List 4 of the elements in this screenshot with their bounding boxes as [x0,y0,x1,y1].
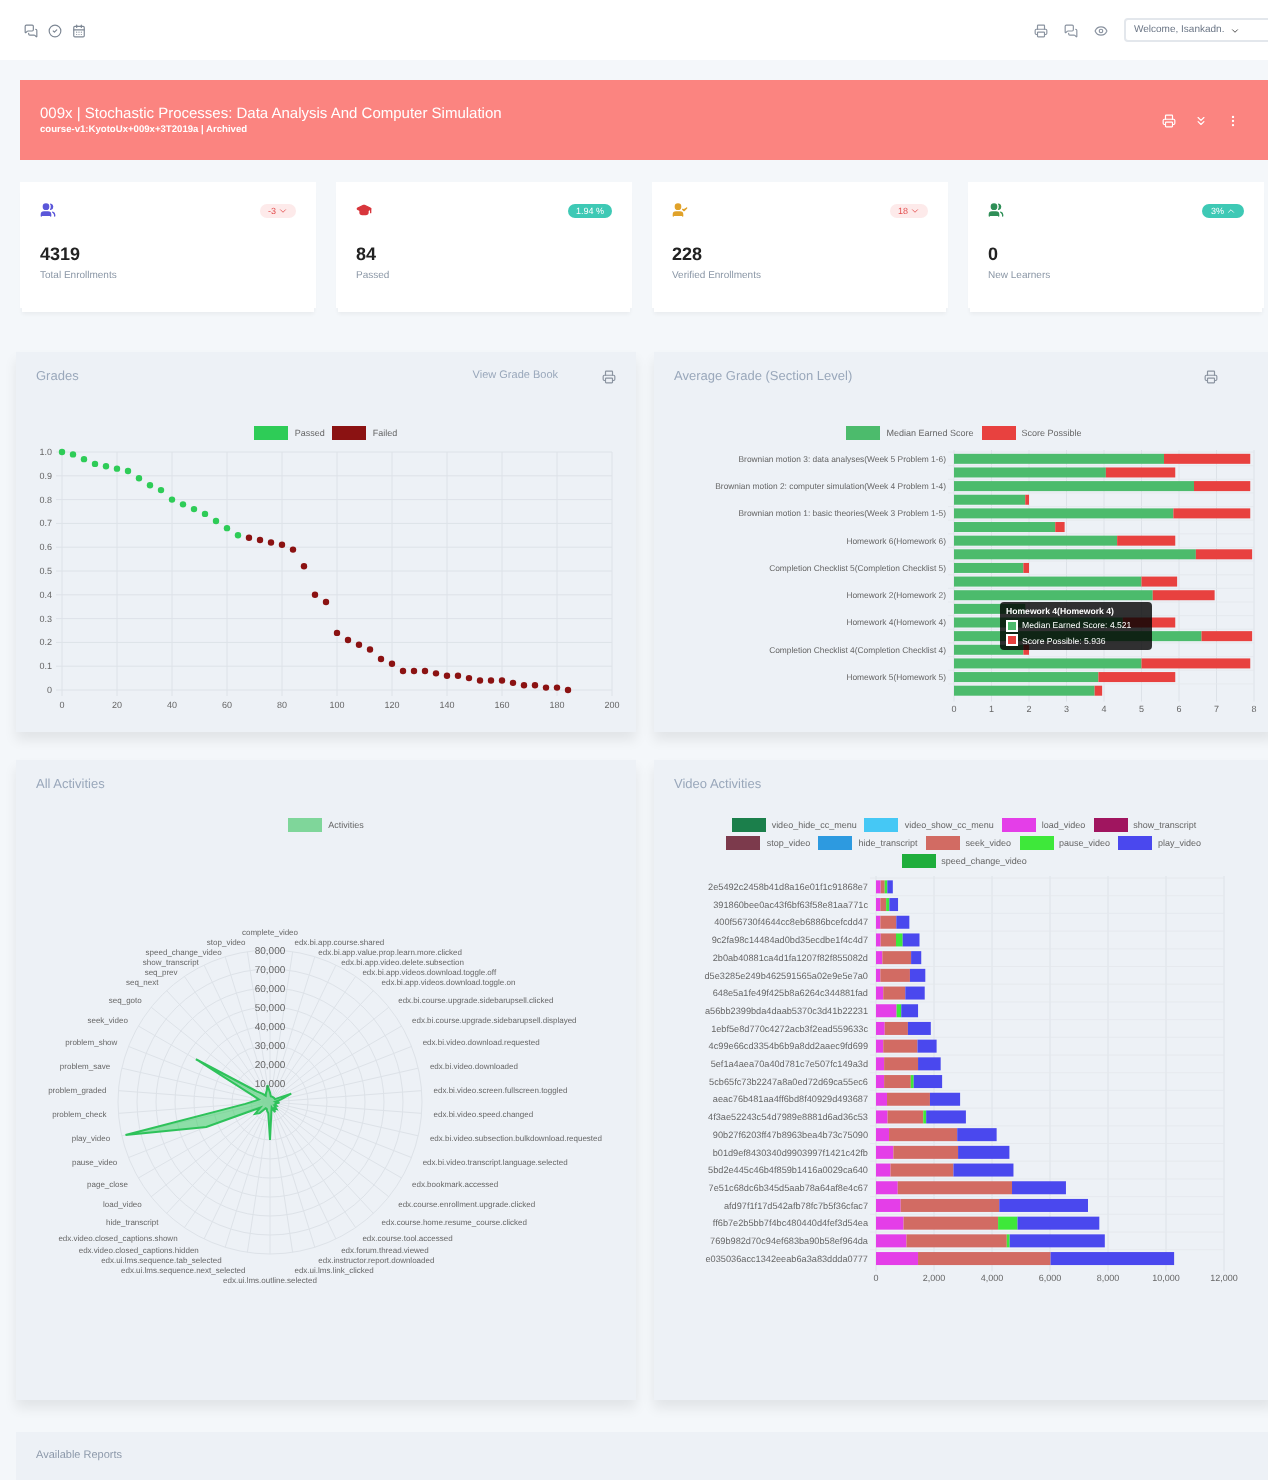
stat-value: 228 [672,244,703,264]
stat-value: 0 [988,244,999,264]
stat-value: 84 [356,244,377,264]
stat-value: 4319 [40,244,81,264]
